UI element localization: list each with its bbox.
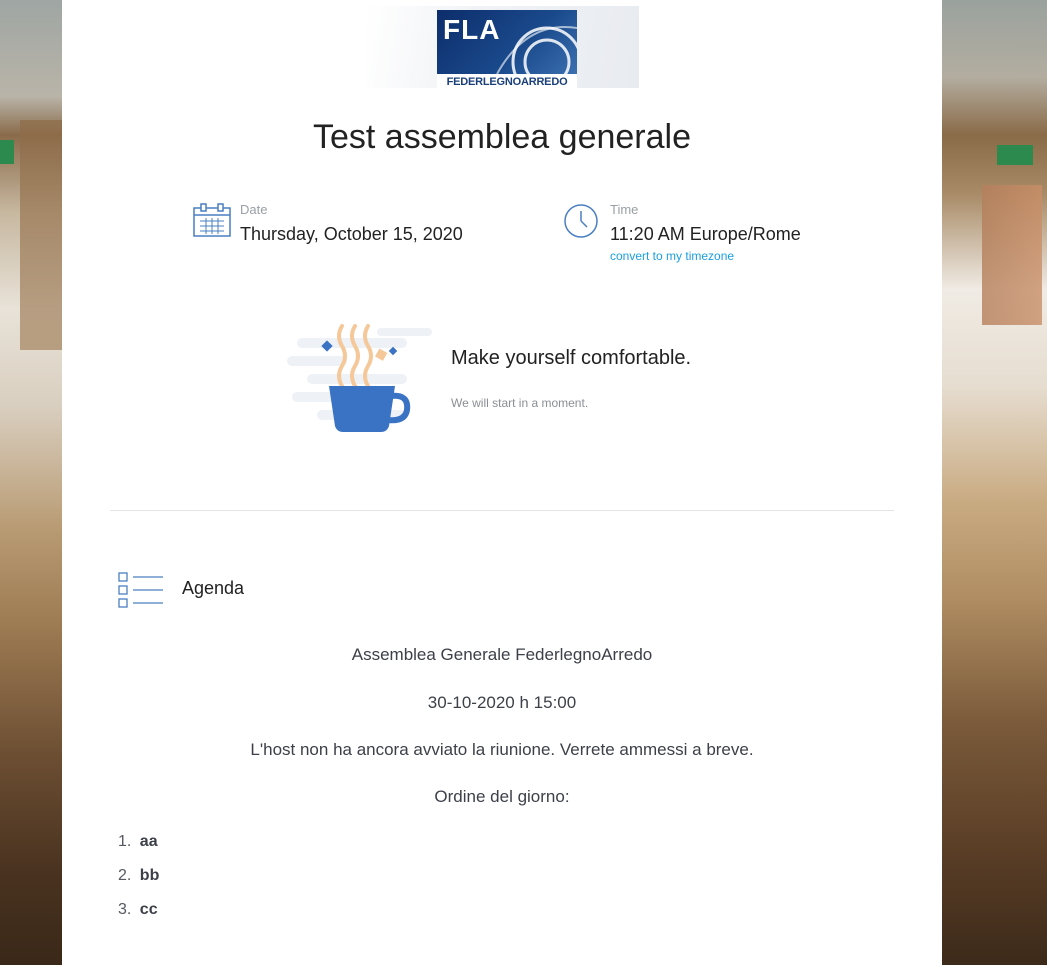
clock-icon <box>564 204 598 238</box>
list-item: 1. aa <box>118 832 159 866</box>
agenda-line: L'host non ha ancora avviato la riunione… <box>250 740 754 759</box>
agenda-label: Agenda <box>182 578 245 598</box>
time-label: Time <box>610 202 639 217</box>
time-value: 11:20 AM Europe/Rome <box>610 224 801 244</box>
background-photo-right <box>942 0 1047 965</box>
background-photo-left <box>0 0 62 965</box>
list-item-number: 3. <box>118 901 132 918</box>
coffee-cup-icon <box>287 324 432 432</box>
agenda-line: Ordine del giorno: <box>434 787 570 806</box>
list-item-number: 1. <box>118 833 132 850</box>
list-item: 2. bb <box>118 866 159 900</box>
list-item-text: bb <box>139 867 160 884</box>
logo-banner: FLA FEDERLEGNOARREDO <box>367 6 639 90</box>
list-item-text: aa <box>139 833 158 850</box>
list-item-text: cc <box>139 901 158 918</box>
agenda-line: 30-10-2020 h 15:00 <box>427 693 577 712</box>
main-panel: FLA FEDERLEGNOARREDO Test assemblea gene… <box>62 0 942 965</box>
date-value: Thursday, October 15, 2020 <box>240 224 463 244</box>
convert-timezone-link[interactable]: convert to my timezone <box>610 249 734 263</box>
date-label: Date <box>240 202 268 217</box>
agenda-list-icon <box>118 572 163 608</box>
fla-logo: FLA FEDERLEGNOARREDO <box>437 10 577 90</box>
event-title: Test assemblea generale <box>312 118 691 156</box>
calendar-icon <box>193 203 231 237</box>
agenda-items-list: 1. aa 2. bb 3. cc <box>118 832 159 934</box>
list-item-number: 2. <box>118 867 132 884</box>
list-item: 3. cc <box>118 900 159 934</box>
divider <box>110 510 894 511</box>
logo-swoosh-icon <box>496 26 577 74</box>
waiting-subtitle: We will start in a moment. <box>451 396 589 410</box>
logo-sub-text: FEDERLEGNOARREDO <box>446 76 568 88</box>
agenda-line: Assemblea Generale FederlegnoArredo <box>351 645 653 664</box>
waiting-title: Make yourself comfortable. <box>451 347 692 369</box>
